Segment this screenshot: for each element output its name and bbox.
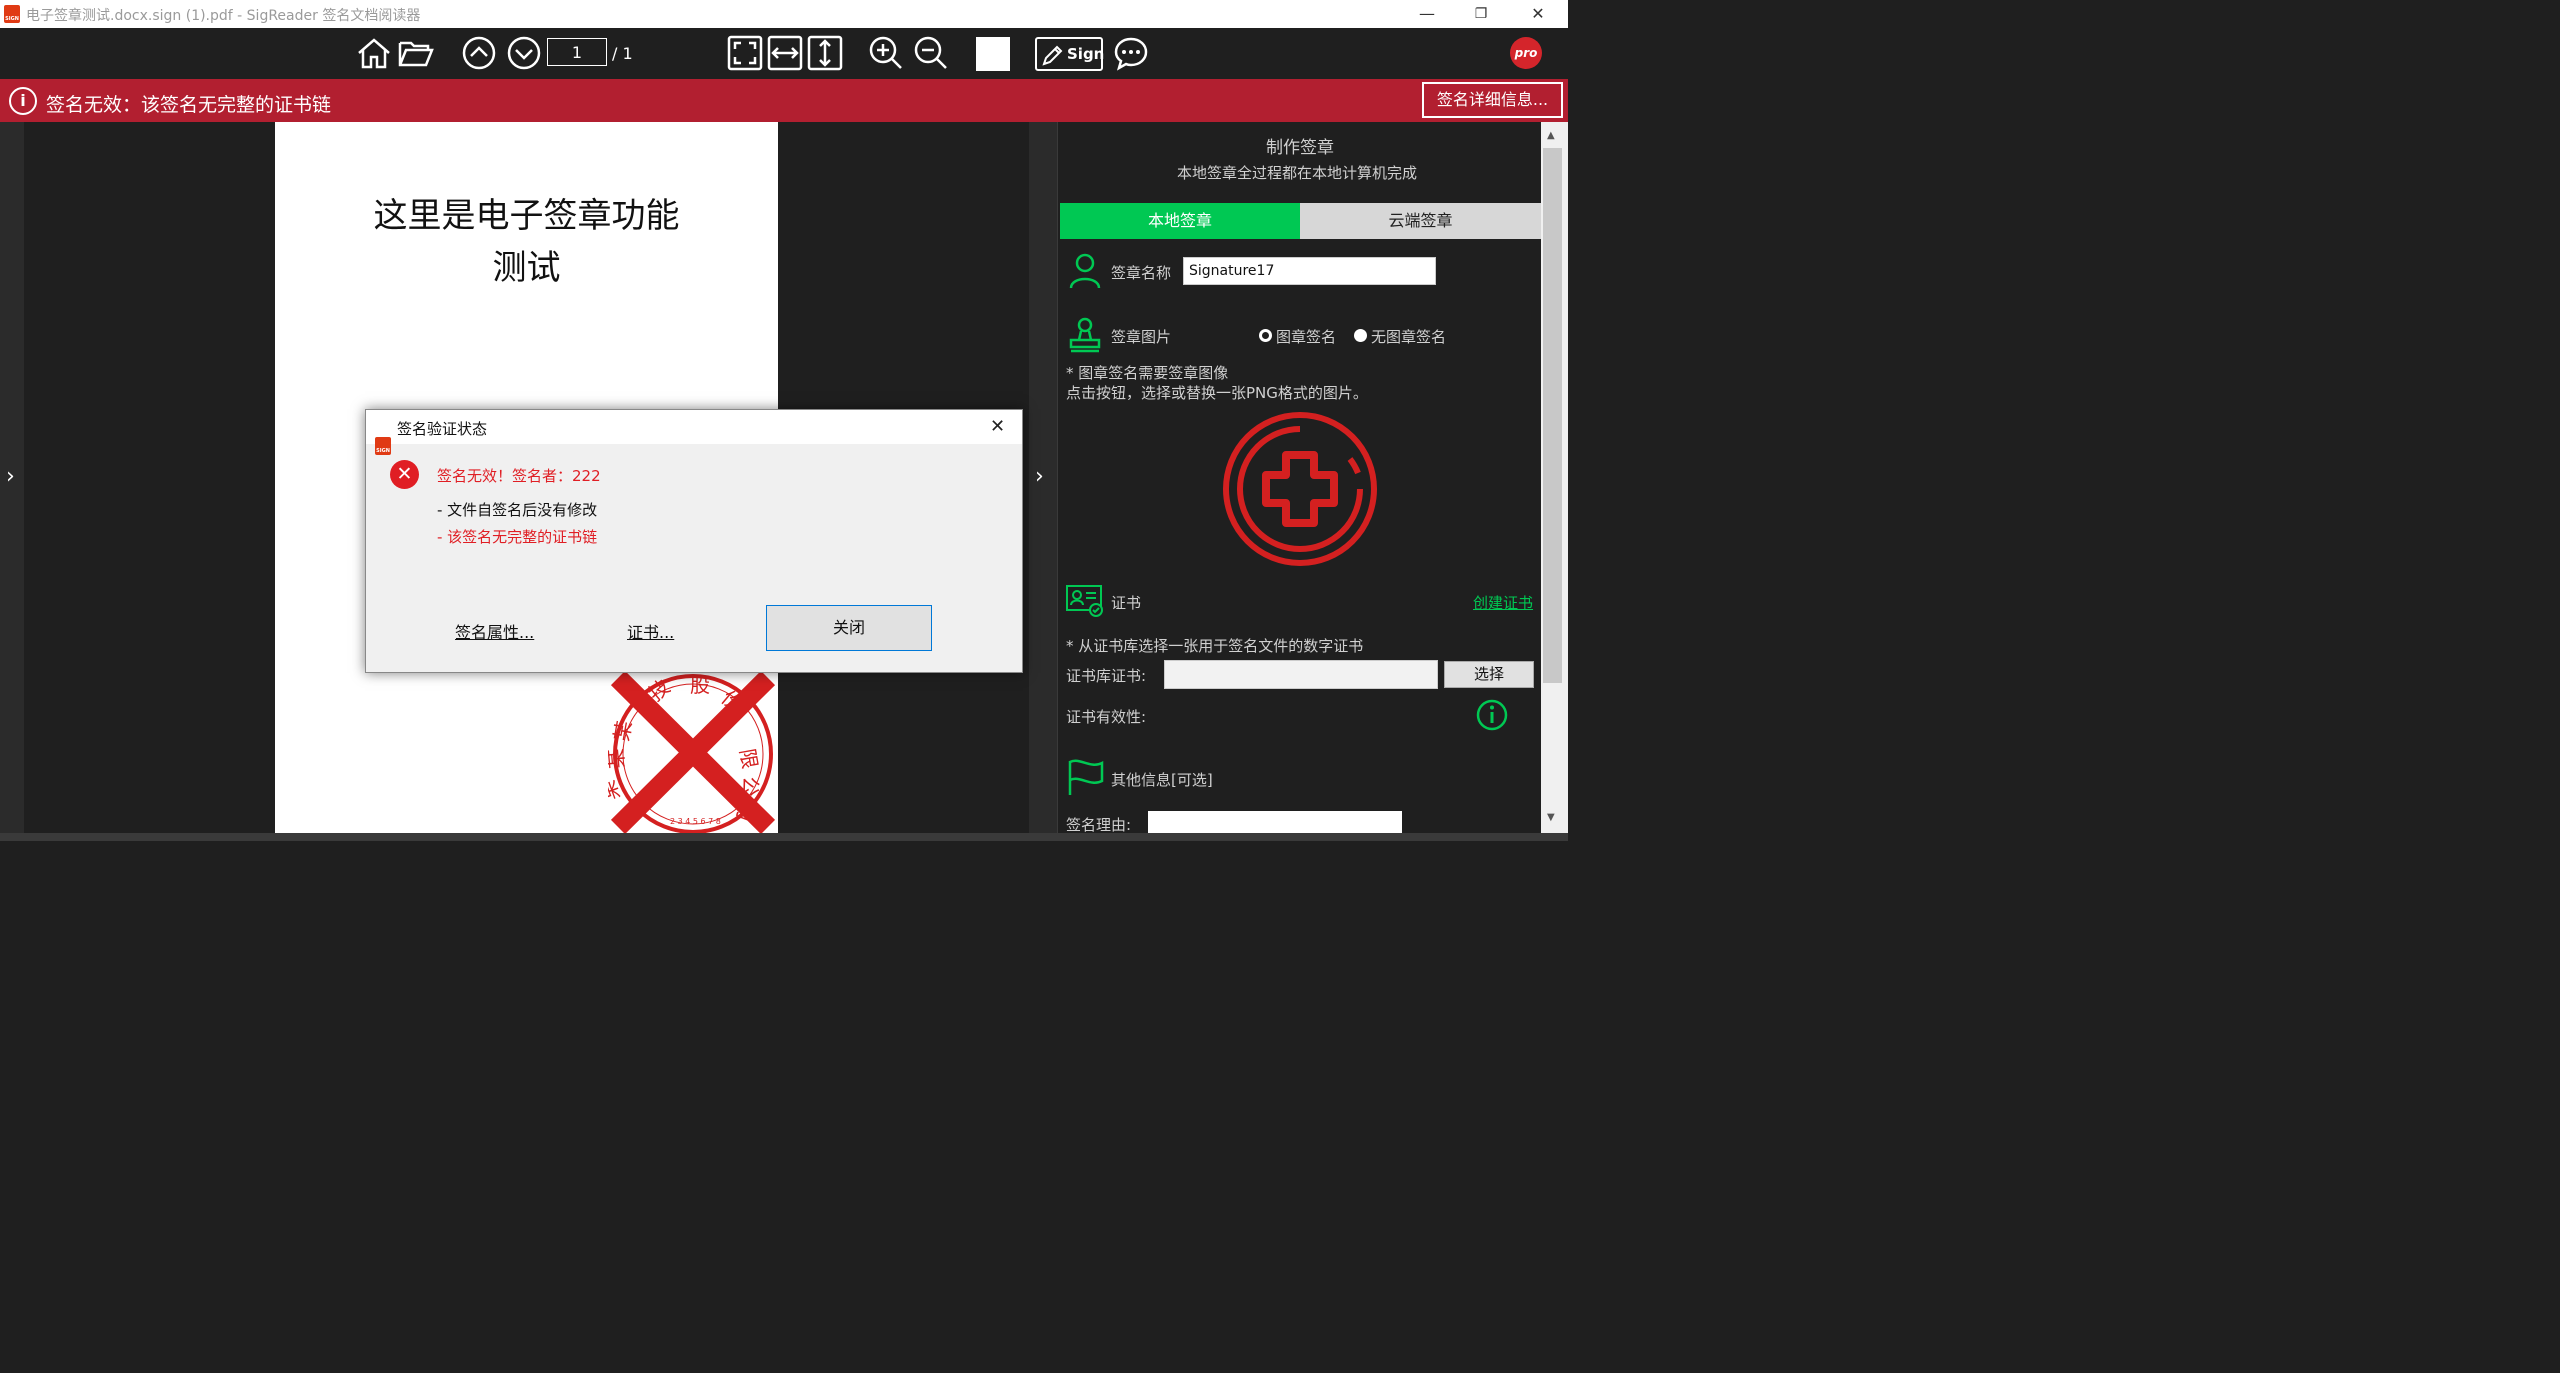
app-logo-icon — [375, 437, 391, 455]
flag-icon — [1068, 759, 1104, 795]
banner-message: 签名无效：该签名无完整的证书链 — [46, 94, 332, 116]
cert-note: * 从证书库选择一张用于签名文件的数字证书 — [1066, 637, 1364, 655]
dialog-title: 签名验证状态 — [397, 420, 488, 438]
previous-page-icon[interactable] — [461, 35, 497, 71]
sig-image-label: 签章图片 — [1111, 328, 1172, 346]
fit-width-icon[interactable] — [767, 35, 803, 71]
dialog-close-icon[interactable]: ✕ — [990, 416, 1005, 437]
scroll-down-icon[interactable]: ▼ — [1547, 812, 1555, 823]
fit-page-icon[interactable] — [727, 35, 763, 71]
radio-image-signature[interactable] — [1259, 329, 1272, 342]
chevron-right-icon[interactable]: › — [6, 464, 15, 489]
radio-image-label: 图章签名 — [1276, 328, 1337, 346]
sign-button[interactable]: Sign — [1035, 37, 1105, 71]
signature-details-button[interactable]: 签名详细信息... — [1422, 82, 1563, 118]
stamp-character: 某 — [608, 777, 625, 804]
reason-input[interactable] — [1148, 811, 1402, 833]
scroll-up-icon[interactable]: ▲ — [1547, 130, 1555, 141]
fit-height-icon[interactable] — [807, 35, 843, 71]
panel-subheader: 本地签章全过程都在本地计算机完成 — [1177, 164, 1418, 182]
image-note-1: * 图章签名需要签章图像 — [1066, 364, 1229, 382]
scrollbar-thumb[interactable] — [1543, 148, 1562, 683]
cert-validity-label: 证书有效性: — [1066, 708, 1147, 726]
other-info-label: 其他信息[可选] — [1111, 771, 1213, 789]
stamp-character: 限 — [735, 747, 762, 771]
radio-no-image-label: 无图章签名 — [1371, 328, 1447, 346]
cert-label: 证书 — [1111, 594, 1142, 612]
zoom-out-icon[interactable] — [913, 35, 949, 71]
image-note-2: 点击按钮，选择或替换一张PNG格式的图片。 — [1066, 384, 1368, 402]
select-cert-button[interactable]: 选择 — [1444, 661, 1534, 688]
page-number-input[interactable] — [547, 38, 607, 66]
signature-properties-link[interactable]: 签名属性... — [455, 619, 534, 643]
horizontal-scrollbar[interactable] — [0, 833, 1568, 841]
signature-name-input[interactable] — [1183, 257, 1436, 285]
stamp-icon — [1069, 317, 1101, 353]
info-icon[interactable] — [1476, 699, 1508, 731]
restore-button[interactable]: ❐ — [1466, 2, 1496, 26]
reason-label: 签名理由: — [1066, 816, 1132, 833]
dialog-close-button[interactable]: 关闭 — [766, 605, 932, 651]
window-title: 电子签章测试.docx.sign (1).pdf - SigReader 签名文… — [26, 8, 421, 24]
open-folder-icon[interactable] — [398, 35, 434, 71]
add-stamp-image-icon[interactable] — [1222, 411, 1378, 567]
verification-detail-chain: - 该签名无完整的证书链 — [437, 528, 598, 546]
verification-detail-unmodified: - 文件自签名后没有修改 — [437, 501, 598, 519]
close-window-button[interactable]: ✕ — [1523, 2, 1553, 26]
stamp-character: 某 — [608, 748, 629, 770]
verification-result: 签名无效！签名者：222 — [437, 467, 601, 485]
minimize-button[interactable]: — — [1412, 2, 1442, 26]
page-color-swatch[interactable] — [976, 37, 1010, 71]
user-icon — [1069, 253, 1101, 289]
sig-name-label: 签章名称 — [1111, 264, 1172, 282]
app-logo-icon — [4, 5, 20, 23]
stamp-character: 股 — [690, 673, 710, 697]
chevron-right-icon[interactable]: › — [1035, 464, 1044, 489]
cert-store-label: 证书库证书: — [1066, 667, 1147, 685]
panel-header: 制作签章 — [1266, 138, 1334, 158]
home-icon[interactable] — [356, 35, 392, 71]
document-title: 这里是电子签章功能 测试 — [373, 196, 680, 288]
certificate-icon — [1066, 585, 1103, 617]
comment-icon[interactable] — [1113, 35, 1149, 71]
pro-badge[interactable]: pro — [1510, 37, 1542, 69]
info-icon: i — [9, 87, 37, 115]
tab-local-signature[interactable]: 本地签章 — [1060, 203, 1300, 239]
cert-store-field[interactable] — [1164, 660, 1438, 689]
page-total: / 1 — [612, 44, 633, 63]
invalid-signature-stamp: 技股份限公司某某某 2 3 4 5 6 7 8 — [608, 672, 778, 833]
pen-icon — [1042, 45, 1063, 66]
certificate-link[interactable]: 证书... — [627, 619, 674, 643]
stamp-character: 某 — [609, 719, 636, 743]
radio-no-image-signature[interactable] — [1354, 329, 1367, 342]
create-cert-link[interactable]: 创建证书 — [1473, 592, 1533, 613]
sign-label: Sign — [1067, 45, 1105, 63]
tab-cloud-signature[interactable]: 云端签章 — [1300, 203, 1541, 239]
next-page-icon[interactable] — [506, 35, 542, 71]
error-icon: ✕ — [390, 460, 419, 489]
zoom-in-icon[interactable] — [868, 35, 904, 71]
stamp-number: 2 3 4 5 6 7 8 — [670, 817, 721, 826]
